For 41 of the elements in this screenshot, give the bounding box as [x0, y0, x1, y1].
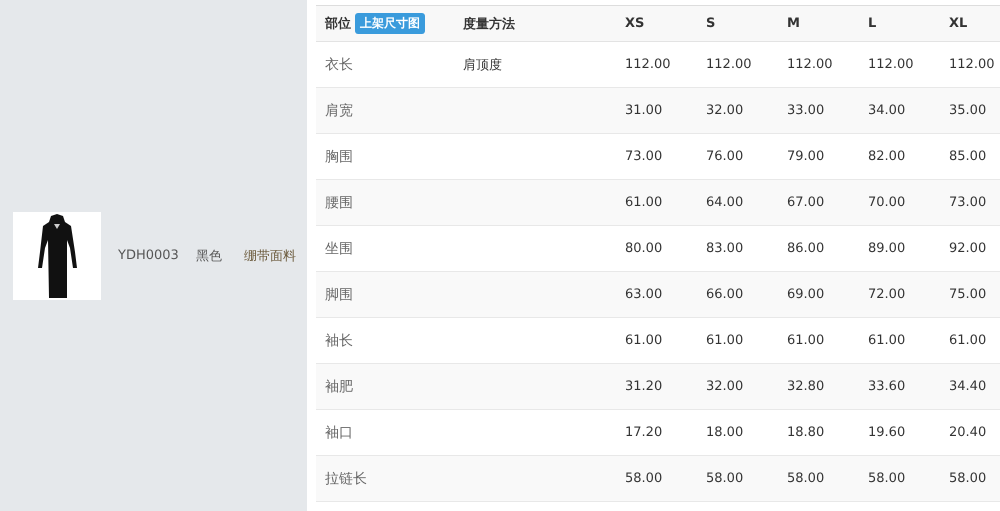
measurement-cell: 73.00	[940, 180, 1000, 226]
column-header: XL	[940, 6, 1000, 42]
measurement-cell: 31.20	[616, 364, 697, 410]
measurement-cell: 32.00	[697, 88, 778, 134]
part-cell: 拉链长	[316, 456, 454, 502]
column-header: L	[859, 6, 940, 42]
measurement-cell: 33.60	[859, 364, 940, 410]
column-header: 度量方法	[454, 6, 616, 42]
measurement-cell: 64.00	[697, 180, 778, 226]
measurement-cell: 34.40	[940, 364, 1000, 410]
column-header: S	[697, 6, 778, 42]
measurement-cell: 70.00	[859, 180, 940, 226]
part-cell: 脚围	[316, 272, 454, 318]
product-code: YDH0003	[118, 248, 179, 263]
part-cell: 肩宽	[316, 88, 454, 134]
measurement-cell: 58.00	[778, 456, 859, 502]
measurement-cell: 58.00	[697, 456, 778, 502]
measurement-cell: 66.00	[697, 272, 778, 318]
measurement-cell: 63.00	[616, 272, 697, 318]
part-cell: 袖肥	[316, 364, 454, 410]
size-chart-button[interactable]: 上架尺寸图	[355, 13, 425, 34]
measurement-cell: 32.80	[778, 364, 859, 410]
measurement-cell: 35.00	[940, 88, 1000, 134]
part-cell: 腰围	[316, 180, 454, 226]
measurement-cell: 58.00	[940, 456, 1000, 502]
measurement-cell: 33.00	[778, 88, 859, 134]
measurement-cell: 58.00	[859, 456, 940, 502]
measurement-cell: 67.00	[778, 180, 859, 226]
measurement-cell: 34.00	[859, 88, 940, 134]
measurement-cell: 32.00	[697, 364, 778, 410]
measurement-cell: 69.00	[778, 272, 859, 318]
column-header: XS	[616, 6, 697, 42]
column-header: 部位	[325, 16, 351, 32]
product-color: 黑色	[196, 248, 222, 264]
product-material: 绷带面料	[244, 248, 296, 264]
measurement-cell: 75.00	[940, 272, 1000, 318]
measurement-cell: 61.00	[616, 180, 697, 226]
measurement-cell: 72.00	[859, 272, 940, 318]
measurement-cell: 31.00	[616, 88, 697, 134]
measurement-cell: 58.00	[616, 456, 697, 502]
column-header: M	[778, 6, 859, 42]
